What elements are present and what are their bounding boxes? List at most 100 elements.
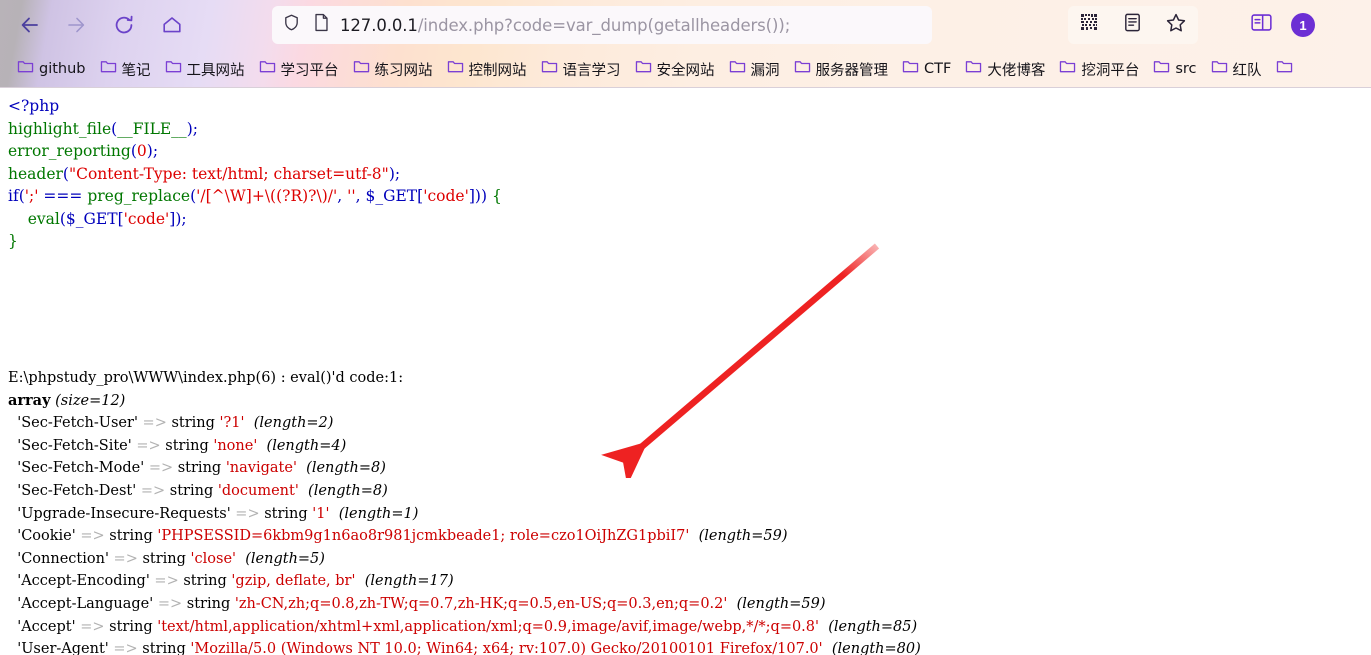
- home-button[interactable]: [152, 7, 192, 43]
- dump-entry-value: 'navigate': [225, 460, 297, 477]
- folder-icon: [902, 59, 919, 79]
- php-token: {: [487, 187, 502, 205]
- var-dump-output: E:\phpstudy_pro\WWW\index.php(6) : eval(…: [8, 367, 921, 655]
- dump-entry-key: 'Cookie': [17, 528, 76, 545]
- php-token: $_GET: [65, 209, 118, 228]
- dump-entry-key: 'Accept': [17, 618, 76, 635]
- bookmark-label: 工具网站: [186, 62, 245, 79]
- php-source-listing: <?php highlight_file(__FILE__); error_repo…: [8, 95, 502, 253]
- php-source-line: highlight_file(__FILE__);: [8, 118, 502, 141]
- php-token: header: [8, 164, 63, 183]
- php-token: ]);: [169, 209, 187, 228]
- bookmark-tools[interactable]: 工具网站: [158, 56, 252, 83]
- php-token: '/[^\W]+\((?R)?\)/': [196, 187, 338, 205]
- php-token: 'code': [123, 209, 170, 228]
- qrcode-icon[interactable]: [1079, 12, 1101, 39]
- dump-entry-value: 'Mozilla/5.0 (Windows NT 10.0; Win64; x6…: [190, 641, 823, 655]
- bookmark-star-icon[interactable]: [1165, 12, 1187, 39]
- bookmark-overflow[interactable]: [1269, 56, 1305, 82]
- php-source-line: <?php: [8, 95, 502, 118]
- folder-icon: [729, 59, 746, 79]
- dump-entry-arrow: =>: [154, 573, 179, 590]
- php-token: if(: [8, 187, 25, 205]
- forward-button[interactable]: [56, 7, 96, 43]
- dump-entry-arrow: =>: [140, 482, 166, 499]
- dump-entry-type: string: [165, 437, 209, 454]
- bookmark-github[interactable]: github: [10, 56, 93, 82]
- dump-array-keyword: array: [8, 391, 51, 409]
- bookmark-src[interactable]: src: [1146, 56, 1203, 82]
- bookmark-label: 挖洞平台: [1081, 62, 1140, 79]
- dump-entry-length: (length=4): [266, 437, 347, 454]
- folder-icon: [259, 59, 276, 79]
- account-badge[interactable]: 1: [1291, 13, 1315, 37]
- dump-entry: 'Sec-Fetch-Mode' => string 'navigate' (l…: [8, 457, 921, 480]
- bookmarks-toolbar: github 笔记 工具网站 学习平台 练习网站 控制网站 语言学习 安全网站: [0, 50, 1371, 88]
- bookmark-bug-bounty[interactable]: 挖洞平台: [1052, 56, 1146, 83]
- reader-view-icon[interactable]: [1122, 12, 1143, 38]
- arrow-left-icon: [19, 14, 41, 36]
- shield-icon[interactable]: [282, 13, 301, 37]
- bookmark-control[interactable]: 控制网站: [440, 56, 534, 83]
- folder-icon: [17, 59, 34, 79]
- dump-entry-length: (length=59): [698, 528, 788, 545]
- bookmark-vuln[interactable]: 漏洞: [722, 56, 787, 83]
- bookmark-label: 笔记: [121, 62, 151, 79]
- back-button[interactable]: [10, 7, 50, 43]
- dump-entry-length: (length=59): [736, 595, 826, 612]
- php-token: $_GET: [365, 187, 418, 205]
- bookmark-ctf[interactable]: CTF: [895, 56, 958, 82]
- url-bar[interactable]: 127.0.0.1/index.php?code=var_dump(getall…: [272, 6, 932, 44]
- dump-entry: 'Sec-Fetch-User' => string '?1' (length=…: [8, 412, 921, 435]
- bookmark-label: 红队: [1232, 62, 1262, 79]
- url-text[interactable]: 127.0.0.1/index.php?code=var_dump(getall…: [340, 16, 790, 35]
- bookmark-practice[interactable]: 练习网站: [346, 56, 440, 83]
- bookmark-label: src: [1175, 61, 1197, 77]
- bookmark-server-admin[interactable]: 服务器管理: [787, 56, 896, 83]
- dump-entry: 'Upgrade-Insecure-Requests' => string '1…: [8, 503, 921, 526]
- bookmark-label: 学习平台: [280, 62, 339, 79]
- bookmark-study-platform[interactable]: 学习平台: [252, 56, 346, 83]
- php-token: <?php: [8, 97, 60, 115]
- bookmark-label: 练习网站: [374, 62, 433, 79]
- folder-icon: [541, 59, 558, 79]
- dump-entry-value: 'none': [213, 437, 258, 454]
- php-token: preg_replace: [87, 187, 191, 205]
- php-token: ';': [24, 187, 39, 205]
- url-path: /index.php?code=var_dump(getallheaders()…: [417, 15, 791, 35]
- bookmark-label: github: [39, 61, 86, 77]
- dump-entry-key: 'Sec-Fetch-Mode': [17, 460, 145, 477]
- dump-entry-arrow: =>: [113, 550, 138, 567]
- url-bar-actions: [1068, 6, 1198, 44]
- reload-button[interactable]: [104, 7, 144, 43]
- dump-entry-type: string: [109, 618, 153, 635]
- bookmark-red-team[interactable]: 红队: [1204, 56, 1269, 83]
- browser-chrome: 127.0.0.1/index.php?code=var_dump(getall…: [0, 0, 1371, 88]
- php-token: error_reporting: [8, 142, 131, 160]
- sidebar-icon[interactable]: [1250, 12, 1273, 38]
- bookmark-blogs[interactable]: 大佬博客: [958, 56, 1052, 83]
- dump-entry: 'Accept' => string 'text/html,applicatio…: [8, 616, 921, 639]
- page-icon[interactable]: [313, 13, 330, 37]
- dump-entry-key: 'Connection': [17, 550, 109, 567]
- php-token: ])): [468, 187, 488, 205]
- bookmark-biji[interactable]: 笔记: [93, 56, 158, 83]
- bookmark-label: 漏洞: [750, 62, 780, 79]
- dump-entry-key: 'Accept-Encoding': [17, 573, 150, 590]
- folder-icon: [100, 59, 117, 79]
- bookmark-security[interactable]: 安全网站: [628, 56, 722, 83]
- dump-entry-type: string: [109, 528, 153, 545]
- dump-entry-value: 'close': [190, 550, 237, 567]
- dump-entry-key: 'Upgrade-Insecure-Requests': [17, 505, 231, 522]
- php-token: }: [8, 232, 18, 250]
- bookmark-language[interactable]: 语言学习: [534, 56, 628, 83]
- folder-icon: [1153, 59, 1170, 79]
- php-token: );: [186, 119, 198, 138]
